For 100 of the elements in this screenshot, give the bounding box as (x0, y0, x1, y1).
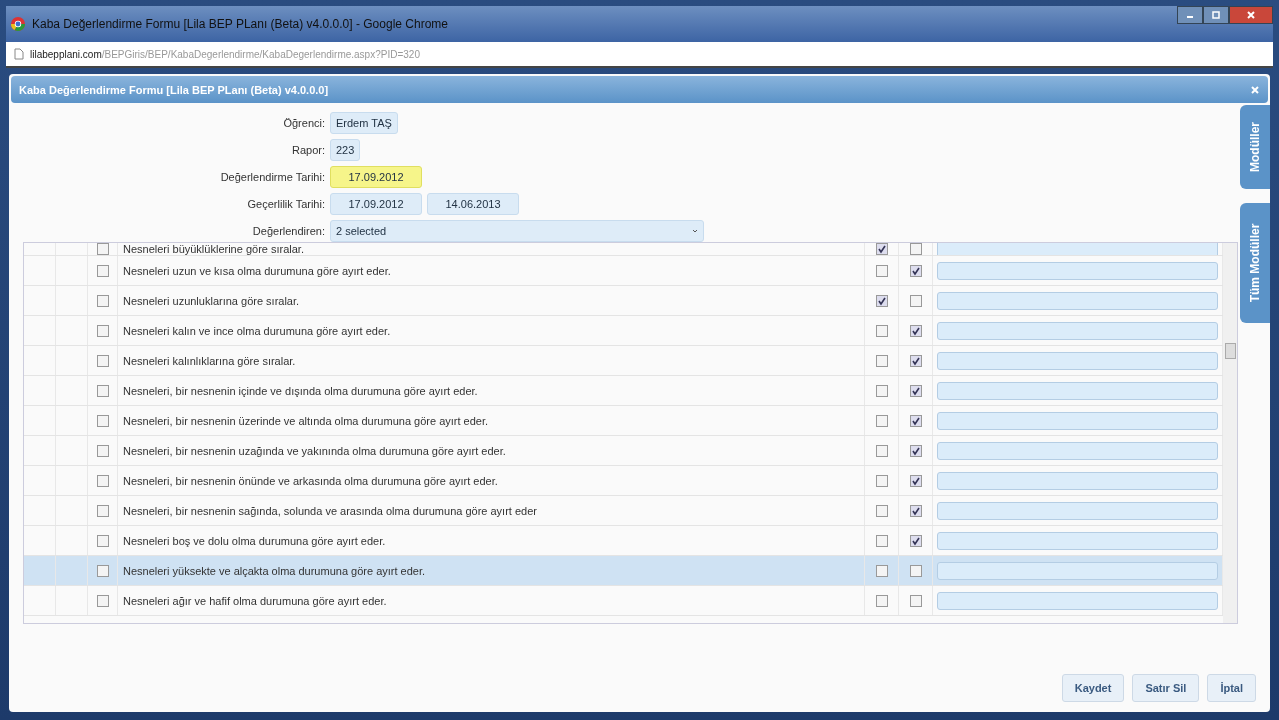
checkbox[interactable] (909, 384, 922, 397)
checkbox[interactable] (96, 444, 109, 457)
table-row[interactable]: Nesneleri, bir nesnenin sağında, solunda ve arasında olma durumuna göre ayırt eder (24, 496, 1223, 526)
action-button[interactable]: Kaydet (1061, 674, 1125, 702)
table-row[interactable]: Nesneleri uzunluklarına göre sıralar. (24, 286, 1223, 316)
table-cell: Nesneleri uzunluklarına göre sıralar. (123, 294, 300, 307)
browser-logo-icon (10, 16, 26, 32)
table-cell: Nesneleri, bir nesnenin üzerinde ve altında olma durumuna göre ayırt eder. (123, 414, 489, 427)
checkbox[interactable] (96, 594, 109, 607)
checkbox[interactable] (875, 594, 888, 607)
checkbox[interactable] (96, 264, 109, 277)
maximize-button[interactable] (1203, 6, 1229, 24)
table-row[interactable]: Nesneleri kalınlıklarına göre sıralar. (24, 346, 1223, 376)
table-row[interactable]: Nesneleri yüksekte ve alçakta olma durumuna göre ayırt eder. (24, 556, 1223, 586)
checkbox[interactable] (875, 504, 888, 517)
table-cell: Nesneleri ağır ve hafif olma durumuna göre ayırt eder. (123, 594, 387, 607)
checkbox[interactable] (96, 414, 109, 427)
checkbox[interactable] (96, 474, 109, 487)
checkbox[interactable] (875, 564, 888, 577)
checkbox[interactable] (96, 534, 109, 547)
table-row[interactable]: Nesneleri büyüklüklerine göre sıralar. (24, 243, 1223, 256)
note-field[interactable] (937, 291, 1218, 310)
field-label: Rapor: (290, 144, 325, 156)
checkbox[interactable] (875, 384, 888, 397)
note-field[interactable] (937, 501, 1218, 520)
note-field[interactable] (937, 561, 1218, 580)
dialog-title: Kaba Değerlendirme Formu [Lila BEP PLanı (Beta) v4.0.0.0] (19, 83, 329, 96)
checkbox[interactable] (875, 534, 888, 547)
table-cell: Nesneleri, bir nesnenin sağında, solunda ve arasında olma durumuna göre ayırt eder (123, 504, 537, 517)
caret-icon (692, 228, 698, 234)
checkbox[interactable] (96, 294, 109, 307)
close-icon[interactable] (1250, 84, 1260, 95)
note-field[interactable] (937, 441, 1218, 460)
checkbox[interactable] (909, 414, 922, 427)
close-button[interactable] (1229, 6, 1273, 24)
checkbox[interactable] (909, 264, 922, 277)
date-field[interactable]: 17.09.2012 (330, 193, 422, 215)
checkbox[interactable] (875, 444, 888, 457)
checkbox[interactable] (875, 414, 888, 427)
checkbox[interactable] (96, 504, 109, 517)
note-field[interactable] (937, 321, 1218, 340)
checkbox[interactable] (909, 444, 922, 457)
note-field[interactable] (937, 591, 1218, 610)
minimize-button[interactable] (1177, 6, 1203, 24)
table-cell: Nesneleri uzun ve kısa olma durumuna göre ayırt eder. (123, 264, 391, 277)
note-field[interactable] (937, 411, 1218, 430)
table-row[interactable]: Nesneleri ağır ve hafif olma durumuna göre ayırt eder. (24, 586, 1223, 616)
field-label: Geçerlilik Tarihi: (246, 198, 325, 210)
table-cell: Nesneleri, bir nesnenin önünde ve arkasında olma durumuna göre ayırt eder. (123, 474, 498, 487)
checkbox[interactable] (875, 474, 888, 487)
checkbox[interactable] (909, 564, 922, 577)
action-button[interactable]: İptal (1207, 674, 1256, 702)
checkbox[interactable] (96, 384, 109, 397)
note-field[interactable] (937, 261, 1218, 280)
maximize-icon (1211, 10, 1221, 20)
table-cell: Nesneleri kalın ve ince olma durumuna göre ayırt eder. (123, 324, 391, 337)
table-row[interactable]: Nesneleri, bir nesnenin önünde ve arkasında olma durumuna göre ayırt eder. (24, 466, 1223, 496)
checkbox[interactable] (875, 324, 888, 337)
table-cell: Nesneleri yüksekte ve alçakta olma durumuna göre ayırt eder. (123, 564, 426, 577)
note-field[interactable] (937, 351, 1218, 370)
note-field[interactable] (937, 531, 1218, 550)
checkbox[interactable] (909, 243, 922, 255)
checkbox[interactable] (875, 264, 888, 277)
table-cell: Nesneleri, bir nesnenin içinde ve dışında olma durumuna göre ayırt eder. (123, 384, 478, 397)
field-label: Öğrenci: (282, 117, 325, 129)
multiselect-dropdown[interactable]: 2 selected (330, 220, 704, 242)
checkbox[interactable] (909, 354, 922, 367)
note-field[interactable] (937, 471, 1218, 490)
field-label: Değerlendiren: (251, 225, 325, 237)
checkbox[interactable] (909, 594, 922, 607)
scrollbar[interactable] (1223, 243, 1237, 623)
address-bar[interactable]: lilabepplani.com/BEPGiris/BEP/KabaDegerlendirme/KabaDegerlendirme.aspx?PID=320 (6, 42, 1273, 68)
checkbox[interactable] (875, 243, 888, 255)
action-button[interactable]: Satır Sil (1132, 674, 1200, 702)
window-title: Kaba Değerlendirme Formu [Lila BEP PLanı (Beta) v4.0.0.0] - Google Chrome (32, 17, 448, 31)
table-cell: Nesneleri büyüklüklerine göre sıralar. (123, 243, 304, 255)
checkbox[interactable] (96, 243, 109, 255)
date-field[interactable]: 17.09.2012 (330, 166, 422, 188)
checkbox[interactable] (96, 564, 109, 577)
checkbox[interactable] (909, 474, 922, 487)
table-row[interactable]: Nesneleri, bir nesnenin üzerinde ve altında olma durumuna göre ayırt eder. (24, 406, 1223, 436)
checkbox[interactable] (875, 294, 888, 307)
checkbox[interactable] (909, 504, 922, 517)
table-row[interactable]: Nesneleri, bir nesnenin içinde ve dışında olma durumuna göre ayırt eder. (24, 376, 1223, 406)
close-icon (1246, 10, 1256, 20)
checkbox[interactable] (909, 534, 922, 547)
value-field: 223 (330, 139, 361, 161)
table-row[interactable]: Nesneleri uzun ve kısa olma durumuna göre ayırt eder. (24, 256, 1223, 286)
checkbox[interactable] (96, 324, 109, 337)
checkbox[interactable] (875, 354, 888, 367)
field-label: Değerlendirme Tarihi: (219, 171, 325, 183)
note-field[interactable] (937, 381, 1218, 400)
checkbox[interactable] (909, 294, 922, 307)
table-row[interactable]: Nesneleri kalın ve ince olma durumuna göre ayırt eder. (24, 316, 1223, 346)
checkbox[interactable] (96, 354, 109, 367)
table-cell: Nesneleri boş ve dolu olma durumuna göre ayırt eder. (123, 534, 386, 547)
table-cell: Nesneleri kalınlıklarına göre sıralar. (123, 354, 296, 367)
date-field[interactable]: 14.06.2013 (427, 193, 519, 215)
checkbox[interactable] (909, 324, 922, 337)
table-row[interactable]: Nesneleri, bir nesnenin uzağında ve yakınında olma durumuna göre ayırt eder. (24, 436, 1223, 466)
